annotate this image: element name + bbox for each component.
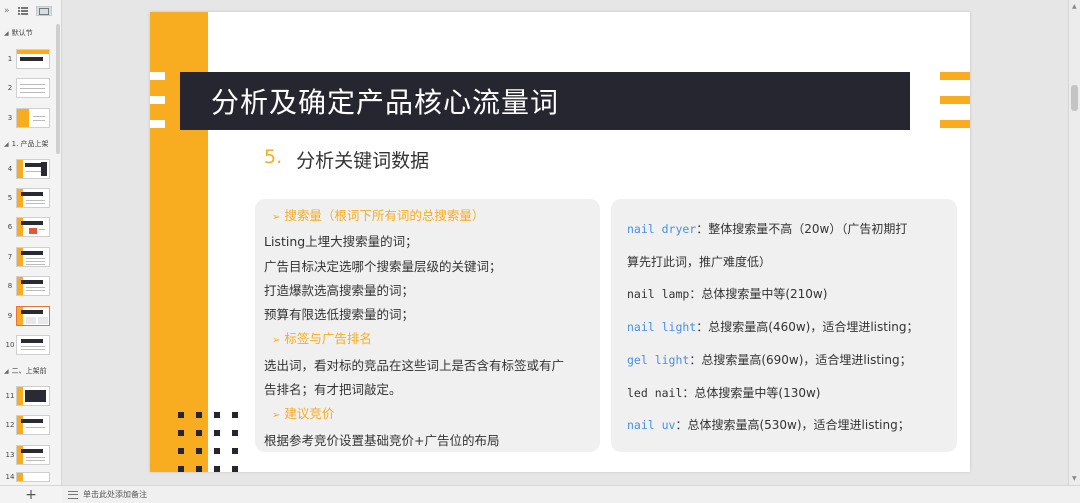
panel-scrollbar[interactable]	[56, 24, 60, 154]
notes-placeholder[interactable]: 单击此处添加备注	[83, 489, 147, 500]
keyword: nail uv	[627, 418, 676, 433]
scroll-down-icon[interactable]: ▼	[1072, 475, 1077, 482]
collapse-triangle-icon[interactable]: ◢	[4, 30, 9, 37]
decorative-dot-grid	[178, 412, 243, 472]
notes-bar[interactable]: 单击此处添加备注	[62, 485, 1080, 503]
notes-icon	[68, 490, 78, 499]
list-item: 选出词，看对标的竞品在这些词上是否含有标签或有广	[264, 357, 565, 373]
list-item: 预算有限选低搜索量的词；	[264, 307, 415, 323]
keyword-row: nail light：总搜索量高(460w)，适合埋进listing；	[627, 320, 919, 335]
slide-thumb-3[interactable]: 3	[4, 106, 56, 130]
slide-thumb-9[interactable]: 9	[4, 304, 56, 328]
slide-thumb-1[interactable]: 1	[4, 47, 56, 71]
arrow-bullet-icon: ➢	[272, 335, 281, 347]
section-header[interactable]: ◢ 1. 产品上架	[4, 138, 58, 150]
keyword-row: 算先打此词，推广难度低）	[627, 254, 772, 269]
subtitle-text: 分析关键词数据	[296, 150, 430, 172]
slide-thumb-12[interactable]: 12	[4, 413, 56, 437]
list-item: 告排名；有才把词敲定。	[264, 382, 402, 398]
section-header[interactable]: ◢ 二、上架前	[4, 365, 58, 377]
slide-thumb-11[interactable]: 11	[4, 384, 56, 408]
slide-thumb-8[interactable]: 8	[4, 274, 56, 298]
slide-thumbnail-panel: » ◢ 默认节 1 2 3 ◢ 1. 产品上架 4 5 6 7 8 9 10 ◢…	[0, 0, 62, 503]
list-item: 根据参考竞价设置基础竞价+广告位的布局	[264, 432, 500, 448]
arrow-bullet-icon: ➢	[272, 410, 281, 422]
keyword: nail dryer	[627, 222, 697, 236]
add-slide-button[interactable]: +	[0, 485, 62, 503]
panel-toolbar: »	[0, 0, 61, 22]
list-item: 广告目标决定选哪个搜索量层级的关键词；	[264, 258, 502, 274]
list-item: 打造爆款选高搜索量的词；	[264, 282, 415, 298]
plus-icon: +	[25, 486, 37, 503]
outline-view-icon[interactable]	[17, 6, 29, 16]
slide-thumb-13[interactable]: 13	[4, 443, 56, 467]
keyword-row: led nail：总体搜索量中等(130w)	[627, 385, 821, 400]
scrollbar-thumb[interactable]	[1071, 85, 1078, 111]
scroll-up-icon[interactable]: ▲	[1072, 3, 1077, 10]
slide-canvas[interactable]: 分析及确定产品核心流量词 5. 分析关键词数据 ➢ 搜索量（根词下所有词的总搜索量…	[150, 12, 970, 472]
slide-title: 分析及确定产品核心流量词	[211, 86, 560, 119]
slide-subtitle[interactable]: 5. 分析关键词数据	[264, 146, 429, 173]
section-header[interactable]: ◢ 默认节	[4, 27, 58, 39]
list-heading: ➢ 标签与广告排名	[272, 331, 372, 347]
collapse-triangle-icon[interactable]: ◢	[4, 141, 9, 148]
vertical-scrollbar[interactable]: ▲ ▼	[1068, 0, 1080, 485]
right-info-card[interactable]: nail dryer：整体搜索量不高（20w）（广告初期打 算先打此词，推广难度…	[611, 199, 957, 452]
slide-thumb-5[interactable]: 5	[4, 186, 56, 210]
arrow-bullet-icon: ➢	[272, 212, 281, 223]
left-info-card[interactable]: ➢ 搜索量（根词下所有词的总搜索量） Listing上埋大搜索量的词； 广告目标决…	[255, 199, 600, 452]
list-heading: ➢ 建议竞价	[272, 406, 335, 422]
list-heading: ➢ 搜索量（根词下所有词的总搜索量）	[272, 208, 485, 223]
subtitle-number: 5.	[264, 146, 283, 168]
active-slide-thumb	[16, 306, 50, 326]
slide-thumb-4[interactable]: 4	[4, 157, 56, 181]
keyword: led nail	[627, 385, 683, 400]
keyword: nail light	[627, 320, 697, 335]
slide-thumb-7[interactable]: 7	[4, 245, 56, 269]
collapse-triangle-icon[interactable]: ◢	[4, 368, 9, 375]
keyword: gel light	[627, 352, 690, 367]
list-item: Listing上埋大搜索量的词；	[264, 234, 418, 250]
keyword-row: nail lamp：总体搜索量中等(210w)	[627, 287, 828, 302]
keyword-row: nail dryer：整体搜索量不高（20w）（广告初期打	[627, 222, 908, 236]
title-bar[interactable]: 分析及确定产品核心流量词	[180, 72, 910, 130]
thumbnail-view-icon[interactable]	[35, 6, 52, 16]
slide-thumb-10[interactable]: 10	[4, 333, 56, 357]
keyword-row: gel light：总搜索量高(690w)，适合埋进listing；	[627, 352, 912, 367]
keyword: nail lamp	[627, 287, 690, 302]
keyword-row: nail uv：总体搜索量高(530w)，适合埋进listing；	[627, 418, 910, 433]
slide-thumb-14[interactable]: 14	[4, 472, 56, 482]
slide-thumb-6[interactable]: 6	[4, 215, 56, 239]
collapse-panel-button[interactable]: »	[4, 6, 10, 16]
slide-thumb-2[interactable]: 2	[4, 76, 56, 100]
